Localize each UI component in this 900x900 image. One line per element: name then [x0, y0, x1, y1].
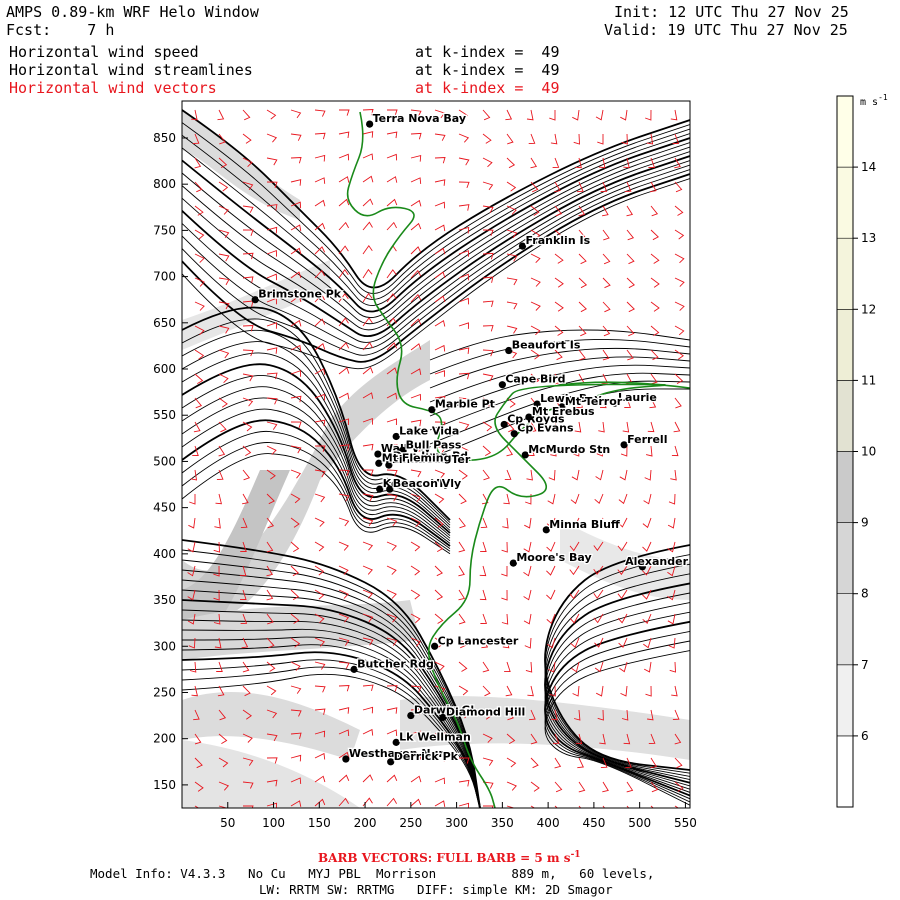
y-tick-label: 450: [153, 501, 176, 515]
x-tick-label: 150: [308, 816, 331, 830]
colorbar-segment: [836, 593, 854, 666]
y-tick-label: 700: [153, 270, 176, 284]
place-label: Franklin Is: [525, 234, 590, 247]
y-tick-label: 500: [153, 454, 176, 468]
y-tick-label: 800: [153, 177, 176, 191]
y-tick-label: 150: [153, 778, 176, 792]
y-tick-label: 750: [153, 223, 176, 237]
x-tick-label: 250: [399, 816, 422, 830]
place-label: Ferrell: [627, 433, 667, 446]
place-label: Terra Nova Bay: [373, 112, 466, 125]
colorbar-label: 11: [861, 373, 876, 387]
colorbar: 6 7 8 9 10 11 12 13 14 m s-1: [836, 93, 888, 808]
x-tick-label: 500: [628, 816, 651, 830]
colorbar-unit: m s-1: [860, 93, 888, 108]
place-label: Moore's Bay: [516, 551, 591, 564]
y-tick-label: 300: [153, 639, 176, 653]
x-tick-label: 550: [674, 816, 697, 830]
place-label: Diamond Hill: [446, 705, 525, 718]
colorbar-label: 6: [861, 729, 869, 743]
colorbar-segment: [836, 95, 854, 168]
y-tick-label: 200: [153, 732, 176, 746]
colorbar-label: 7: [861, 658, 869, 672]
place-label: Minna Bluff: [549, 518, 620, 531]
wind-map-figure: Terra Nova Bay Franklin Is Brimstone Pk Bea…: [153, 93, 888, 830]
place-label: Marble Pt: [435, 398, 495, 411]
place-label: McMurdo Stn: [528, 443, 610, 456]
place-label: Beacon Vly: [393, 477, 461, 490]
colorbar-label: 9: [861, 516, 869, 530]
y-tick-label: 550: [153, 408, 176, 422]
colorbar-segment: [836, 380, 854, 452]
colorbar-segment: [836, 522, 854, 594]
place-label: Laurie: [618, 391, 657, 404]
x-tick-label: 350: [491, 816, 514, 830]
place-label: Cp Lancester: [438, 634, 519, 647]
y-axis-ticks: 150 200 250 300 350 400 450 500 550 600 650 700 750 8…: [153, 131, 188, 792]
y-tick-label: 350: [153, 593, 176, 607]
barb-vector-note: BARB VECTORS: FULL BARB = 5 m s-1: [318, 850, 581, 865]
place-label: Cp Evans: [517, 422, 574, 435]
colorbar-label: 12: [861, 302, 876, 316]
y-tick-label: 600: [153, 362, 176, 376]
y-tick-label: 250: [153, 685, 176, 699]
colorbar-segment: [836, 451, 854, 523]
place-label: Mt Erebus: [532, 405, 595, 418]
y-tick-label: 650: [153, 316, 176, 330]
colorbar-segment: [836, 166, 854, 239]
x-tick-label: 100: [262, 816, 285, 830]
x-tick-label: 50: [220, 816, 235, 830]
place-label: Cape Bird: [505, 373, 565, 386]
place-label: Brimstone Pk: [258, 288, 342, 301]
colorbar-segment: [836, 308, 854, 381]
colorbar-label: 14: [861, 160, 876, 174]
model-info-line1: Model Info: V4.3.3 No Cu MYJ PBL Morriso…: [90, 866, 655, 881]
place-label: Butcher Rdg: [357, 657, 434, 670]
place-label: Lk Wellman: [399, 730, 471, 743]
place-label: Derrick Pk: [394, 750, 459, 763]
colorbar-segment: [836, 664, 854, 737]
x-tick-label: 400: [537, 816, 560, 830]
x-tick-label: 200: [354, 816, 377, 830]
place-label: Mt Fleming: [382, 451, 452, 464]
place-label: Alexander: [625, 555, 688, 568]
colorbar-label: 8: [861, 587, 869, 601]
model-info-line2: LW: RRTM SW: RRTMG DIFF: simple KM: 2D S…: [259, 882, 613, 897]
x-tick-label: 300: [445, 816, 468, 830]
place-label: Beaufort Is: [512, 339, 581, 352]
y-tick-label: 850: [153, 131, 176, 145]
colorbar-label: 13: [861, 231, 876, 245]
map-area[interactable]: Terra Nova Bay Franklin Is Brimstone Pk Bea…: [153, 100, 697, 830]
colorbar-label: 10: [861, 445, 876, 459]
colorbar-segment: [836, 735, 854, 808]
x-tick-label: 450: [582, 816, 605, 830]
place-label: Lake Vida: [399, 424, 459, 437]
y-tick-label: 400: [153, 547, 176, 561]
colorbar-segment: [836, 237, 854, 310]
